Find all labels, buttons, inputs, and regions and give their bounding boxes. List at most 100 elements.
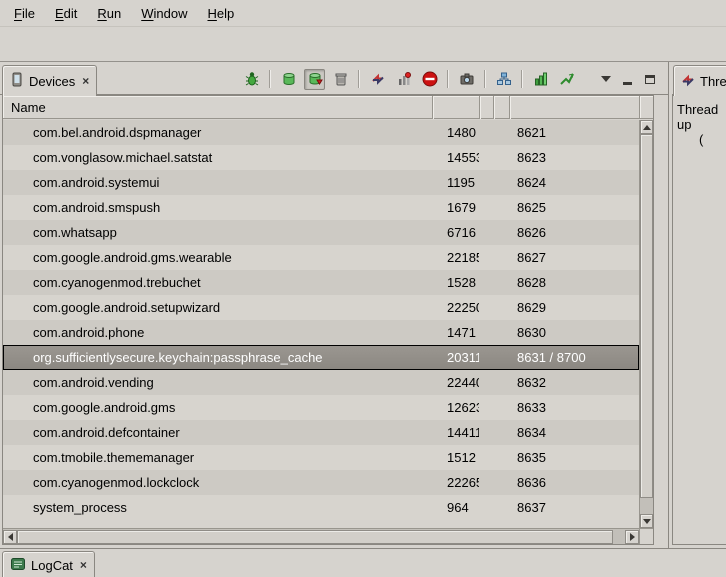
- tab-threads-label: Threads: [700, 74, 726, 89]
- scroll-down-button[interactable]: [640, 514, 653, 528]
- column-divider[interactable]: [432, 96, 433, 119]
- cell-pid: 12623: [432, 400, 479, 415]
- threads-tabrow: Threads: [672, 62, 726, 95]
- ddms-window: FileEditRunWindowHelp Devices ×: [0, 0, 726, 577]
- debug-process-icon[interactable]: [241, 69, 262, 90]
- minimize-icon[interactable]: [619, 69, 636, 90]
- table-row[interactable]: com.cyanogenmod.trebuchet 1528 8628: [3, 270, 639, 295]
- device-table-body: com.bel.android.dspmanager 1480 8621 com…: [3, 120, 639, 528]
- dump-view-hierarchy-icon[interactable]: [493, 69, 514, 90]
- table-row[interactable]: com.google.android.gms.wearable 22185 86…: [3, 245, 639, 270]
- view-menu-icon[interactable]: [597, 69, 614, 90]
- cell-name: com.vonglasow.michael.satstat: [3, 150, 432, 165]
- cell-pid: 964: [432, 500, 479, 515]
- cell-name: com.google.android.gms.wearable: [3, 250, 432, 265]
- table-row[interactable]: com.bel.android.dspmanager 1480 8621: [3, 120, 639, 145]
- cell-pid: 1528: [432, 275, 479, 290]
- close-icon[interactable]: ×: [80, 558, 87, 572]
- vertical-scrollbar[interactable]: [639, 120, 653, 528]
- threads-icon: [681, 73, 695, 90]
- tab-logcat[interactable]: LogCat ×: [2, 551, 95, 577]
- cell-name: com.tmobile.thememanager: [3, 450, 432, 465]
- network-stats-icon[interactable]: [556, 69, 577, 90]
- column-header-name[interactable]: Name: [3, 96, 639, 119]
- cell-port: 8628: [509, 275, 639, 290]
- tab-threads[interactable]: Threads: [673, 65, 726, 96]
- table-row[interactable]: com.android.smspush 1679 8625: [3, 195, 639, 220]
- cell-port: 8626: [509, 225, 639, 240]
- screen-capture-icon[interactable]: [456, 69, 477, 90]
- table-row[interactable]: com.cyanogenmod.lockclock 22265 8636: [3, 470, 639, 495]
- cell-pid: 1480: [432, 125, 479, 140]
- cell-pid: 14553: [432, 150, 479, 165]
- table-row[interactable]: com.google.android.gms 12623 8633: [3, 395, 639, 420]
- update-heap-icon[interactable]: [278, 69, 299, 90]
- cell-port: 8624: [509, 175, 639, 190]
- toolbar-separator: [358, 70, 360, 88]
- cell-name: com.google.android.setupwizard: [3, 300, 432, 315]
- system-info-icon[interactable]: [530, 69, 551, 90]
- column-divider[interactable]: [509, 96, 510, 119]
- close-icon[interactable]: ×: [82, 74, 89, 88]
- cell-pid: 22250: [432, 300, 479, 315]
- vertical-scroll-thumb[interactable]: [640, 134, 653, 498]
- update-threads-icon[interactable]: [367, 69, 388, 90]
- threads-message-line2: (: [677, 132, 726, 147]
- horizontal-scroll-thumb[interactable]: [17, 530, 613, 544]
- table-row[interactable]: com.google.android.setupwizard 22250 862…: [3, 295, 639, 320]
- table-row[interactable]: com.android.systemui 1195 8624: [3, 170, 639, 195]
- toolbar-separator: [521, 70, 523, 88]
- cell-pid: 22185: [432, 250, 479, 265]
- cell-name: com.cyanogenmod.trebuchet: [3, 275, 432, 290]
- menubar: FileEditRunWindowHelp: [0, 0, 726, 27]
- table-row[interactable]: com.android.phone 1471 8630: [3, 320, 639, 345]
- toolbar-separator: [269, 70, 271, 88]
- table-row[interactable]: com.android.defcontainer 14411 8634: [3, 420, 639, 445]
- cell-pid: 22440: [432, 375, 479, 390]
- cause-gc-icon[interactable]: [330, 69, 351, 90]
- cell-name: com.android.phone: [3, 325, 432, 340]
- menu-window[interactable]: Window: [131, 3, 197, 24]
- table-row[interactable]: com.whatsapp 6716 8626: [3, 220, 639, 245]
- cell-port: 8632: [509, 375, 639, 390]
- cell-name: com.android.defcontainer: [3, 425, 432, 440]
- table-row[interactable]: org.sufficientlysecure.keychain:passphra…: [3, 345, 639, 370]
- devices-panel: Devices ×: [0, 62, 668, 548]
- table-row[interactable]: com.android.vending 22440 8632: [3, 370, 639, 395]
- threads-content: Thread up (: [672, 95, 726, 545]
- menu-help[interactable]: Help: [197, 3, 244, 24]
- cell-port: 8627: [509, 250, 639, 265]
- cell-port: 8636: [509, 475, 639, 490]
- tab-devices[interactable]: Devices ×: [2, 65, 97, 96]
- cell-port: 8621: [509, 125, 639, 140]
- column-divider[interactable]: [493, 96, 494, 119]
- table-row[interactable]: com.vonglasow.michael.satstat 14553 8623: [3, 145, 639, 170]
- menu-file[interactable]: File: [4, 3, 45, 24]
- table-row[interactable]: com.tmobile.thememanager 1512 8635: [3, 445, 639, 470]
- cell-name: com.android.systemui: [3, 175, 432, 190]
- column-divider[interactable]: [479, 96, 480, 119]
- menu-edit[interactable]: Edit: [45, 3, 87, 24]
- cell-name: com.android.smspush: [3, 200, 432, 215]
- cell-port: 8630: [509, 325, 639, 340]
- cell-name: com.bel.android.dspmanager: [3, 125, 432, 140]
- start-method-profiling-icon[interactable]: [393, 69, 414, 90]
- scroll-left-button[interactable]: [3, 530, 17, 544]
- horizontal-scrollbar[interactable]: [3, 528, 639, 544]
- cell-port: 8625: [509, 200, 639, 215]
- toolbar-strip: [0, 27, 726, 62]
- scroll-up-button[interactable]: [640, 120, 653, 134]
- scroll-right-button[interactable]: [625, 530, 639, 544]
- dump-hprof-icon[interactable]: [304, 69, 325, 90]
- table-row[interactable]: system_process 964 8637: [3, 495, 639, 520]
- stop-process-icon[interactable]: [419, 69, 440, 90]
- threads-message-line1: Thread up: [677, 102, 726, 132]
- devices-toolbar: [241, 67, 658, 91]
- cell-name: com.android.vending: [3, 375, 432, 390]
- cell-port: 8623: [509, 150, 639, 165]
- maximize-icon[interactable]: [641, 69, 658, 90]
- menu-run[interactable]: Run: [87, 3, 131, 24]
- cell-name: org.sufficientlysecure.keychain:passphra…: [3, 350, 432, 365]
- table-header[interactable]: Name: [3, 96, 639, 119]
- cell-pid: 20311: [432, 350, 479, 365]
